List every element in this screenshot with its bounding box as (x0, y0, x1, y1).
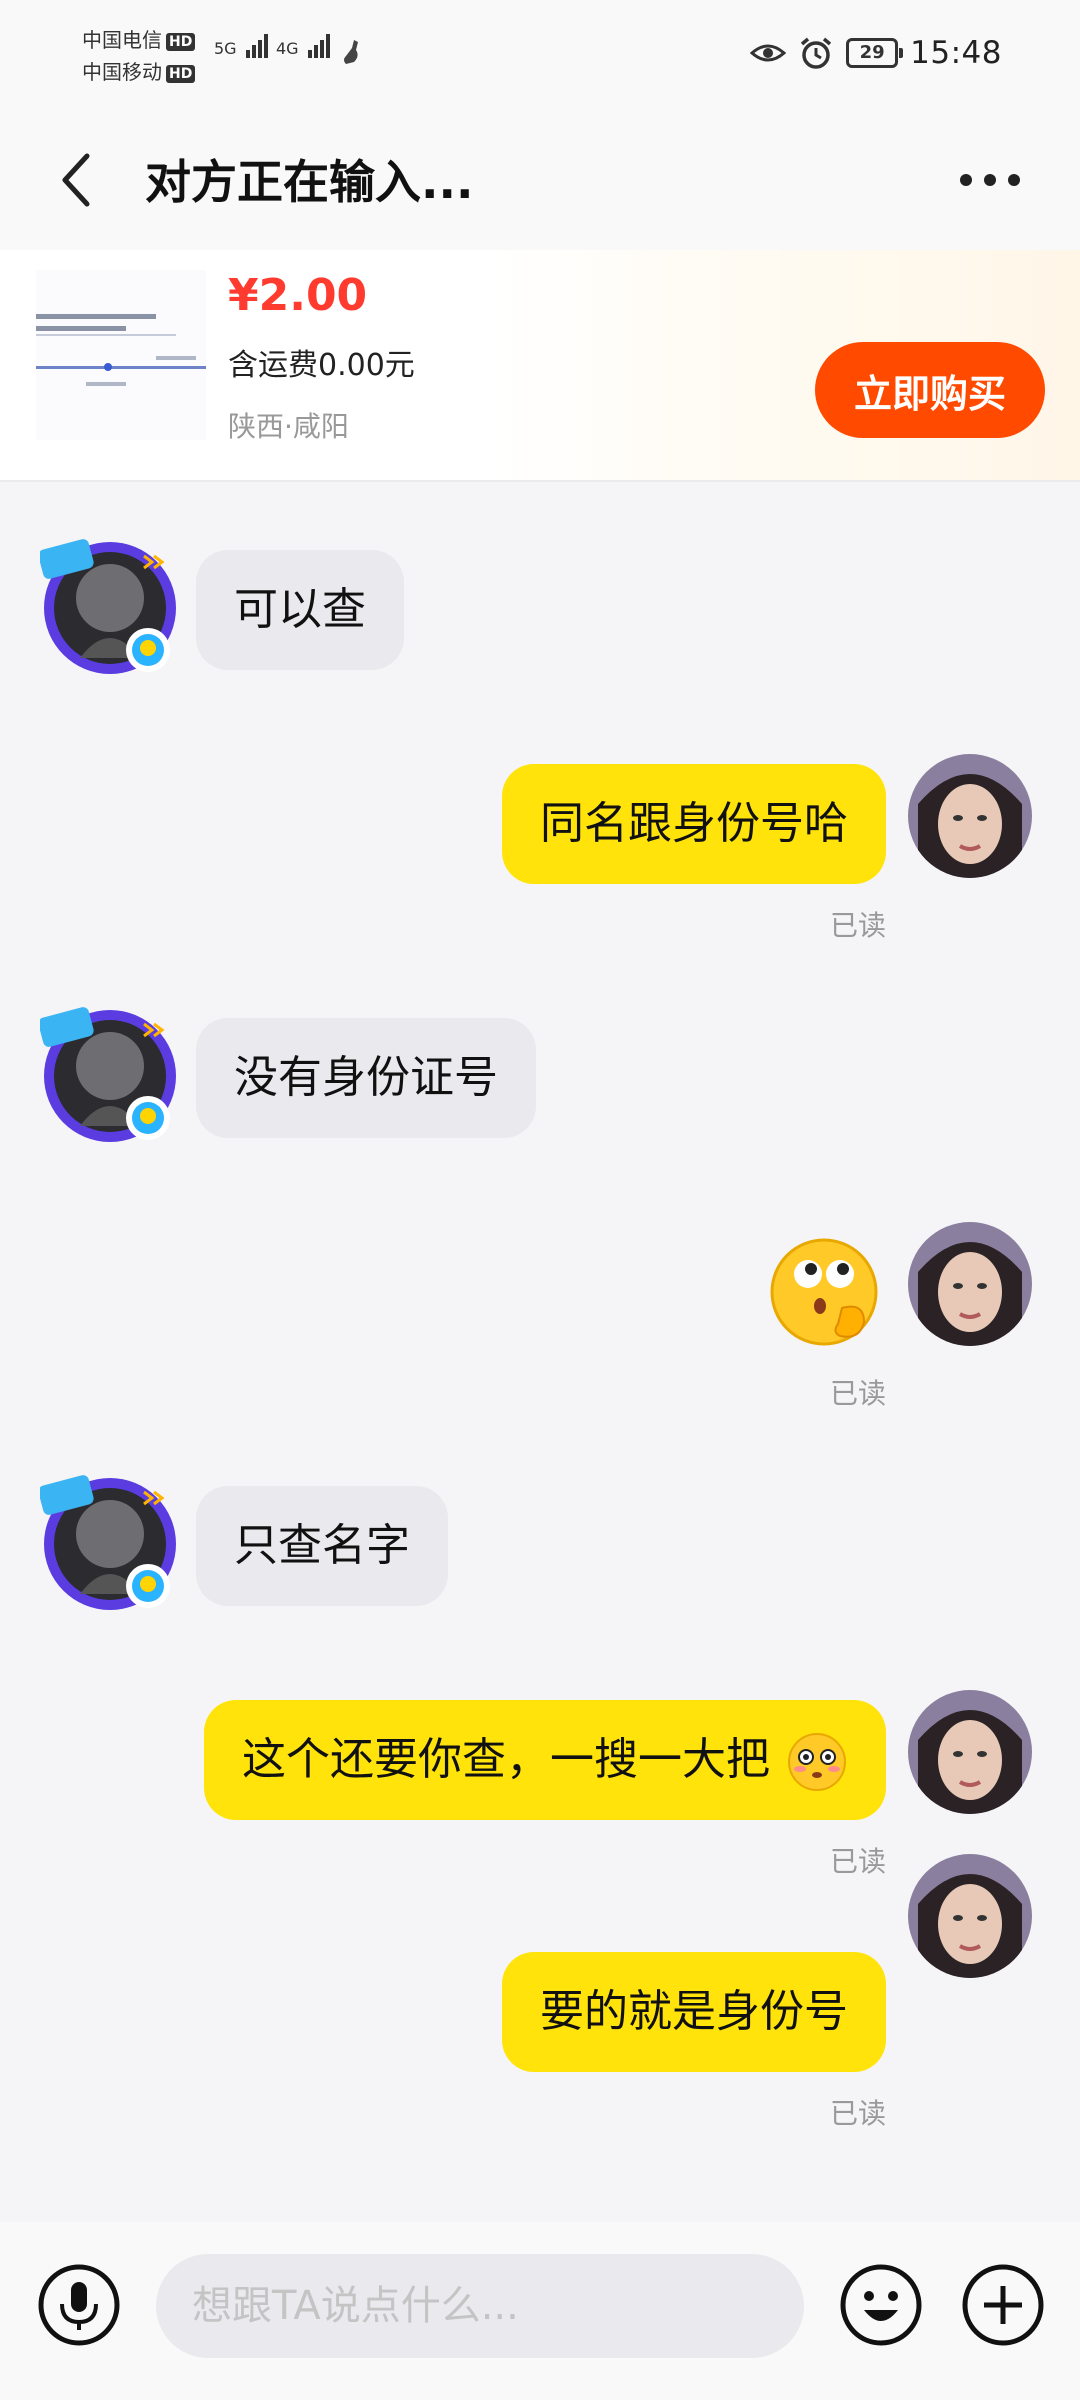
my-avatar[interactable] (908, 1222, 1032, 1346)
product-shipping: 含运费0.00元 (228, 348, 415, 383)
status-bar: 中国电信 HD 中国移动 HD 5G 4G 29 15:48 (0, 0, 1080, 110)
thinking-face-emoji[interactable] (768, 1236, 884, 1352)
product-card[interactable]: ¥2.00 含运费0.00元 陕西·咸阳 立即购买 (0, 250, 1080, 482)
microphone-icon (38, 2264, 120, 2346)
message-bubble-incoming[interactable]: 只查名字 (196, 1486, 448, 1606)
chevron-left-icon (62, 153, 90, 207)
thinking-face-icon (770, 1238, 878, 1346)
flushed-face-icon (788, 1733, 846, 1791)
more-dots-icon (960, 174, 1020, 186)
signal-bars-icon (307, 34, 332, 58)
emoji-button[interactable] (838, 2262, 924, 2348)
signal-4g-label: 4G (276, 39, 299, 58)
hd-badge-1: HD (166, 32, 196, 51)
back-button[interactable] (40, 140, 110, 220)
signal-4g: 4G (276, 34, 332, 58)
more-button[interactable] (950, 150, 1030, 210)
smiley-icon (840, 2264, 922, 2346)
message-text: 这个还要你查，一搜一大把 (242, 1734, 770, 1785)
buy-now-button[interactable]: 立即购买 (815, 342, 1045, 438)
product-location: 陕西·咸阳 (228, 410, 349, 443)
my-avatar[interactable] (908, 754, 1032, 878)
signal-5g: 5G (214, 34, 270, 58)
eye-icon (750, 44, 787, 62)
carrier-1: 中国电信 HD (82, 24, 196, 53)
hd-badge-2: HD (166, 64, 196, 83)
page-title: 对方正在输入... (145, 155, 474, 209)
seller-avatar[interactable] (38, 1006, 180, 1146)
read-status: 已读 (829, 1845, 886, 1878)
message-text: 只查名字 (234, 1520, 410, 1571)
my-avatar[interactable] (908, 1690, 1032, 1814)
message-bubble-incoming[interactable]: 可以查 (196, 550, 404, 670)
notification-icon (344, 40, 358, 64)
input-bar (0, 2222, 1080, 2400)
message-text: 要的就是身份号 (540, 1986, 848, 2037)
message-bubble-outgoing[interactable]: 这个还要你查，一搜一大把 (204, 1700, 886, 1820)
carrier-2: 中国移动 HD (82, 56, 196, 85)
plus-icon (962, 2264, 1044, 2346)
my-avatar-image (908, 1854, 1032, 1978)
my-avatar-image (908, 1222, 1032, 1346)
product-price: ¥2.00 (228, 270, 368, 321)
battery-icon: 29 (846, 38, 904, 68)
message-text: 没有身份证号 (234, 1052, 498, 1103)
message-bubble-outgoing[interactable]: 同名跟身份号哈 (502, 764, 886, 884)
my-avatar-image (908, 1690, 1032, 1814)
product-image (36, 270, 206, 440)
alarm-icon (801, 37, 832, 69)
signal-bars-icon (245, 34, 270, 58)
message-text: 可以查 (234, 584, 366, 635)
carrier-2-name: 中国移动 (82, 60, 162, 84)
carrier-1-name: 中国电信 (82, 28, 162, 52)
signal-5g-label: 5G (214, 39, 237, 58)
my-avatar-image (908, 754, 1032, 878)
seller-avatar[interactable] (38, 1474, 180, 1614)
more-actions-button[interactable] (960, 2262, 1046, 2348)
message-input[interactable] (156, 2254, 804, 2358)
voice-button[interactable] (36, 2262, 122, 2348)
message-text: 同名跟身份号哈 (540, 798, 848, 849)
my-avatar[interactable] (908, 1854, 1032, 1978)
message-list: 可以查 同名跟身份号哈 已读 没有身份证号 已读 只查名字 这个还要你查，一搜一… (0, 482, 1080, 2222)
chat-screen: 中国电信 HD 中国移动 HD 5G 4G 29 15:48 对方正在输入...… (0, 0, 1080, 2400)
clock: 15:48 (910, 35, 1002, 71)
read-status: 已读 (829, 909, 886, 942)
seller-avatar-image (38, 1007, 176, 1142)
product-thumbnail[interactable] (36, 270, 206, 440)
battery-level: 29 (859, 42, 885, 63)
seller-avatar[interactable] (38, 538, 180, 678)
read-status: 已读 (829, 2097, 886, 2130)
chat-header: 对方正在输入... (0, 110, 1080, 250)
message-bubble-incoming[interactable]: 没有身份证号 (196, 1018, 536, 1138)
seller-avatar-image (38, 1475, 176, 1610)
read-status: 已读 (829, 1377, 886, 1410)
message-bubble-outgoing[interactable]: 要的就是身份号 (502, 1952, 886, 2072)
seller-avatar-image (38, 539, 176, 674)
status-right: 29 15:48 (750, 30, 1002, 76)
